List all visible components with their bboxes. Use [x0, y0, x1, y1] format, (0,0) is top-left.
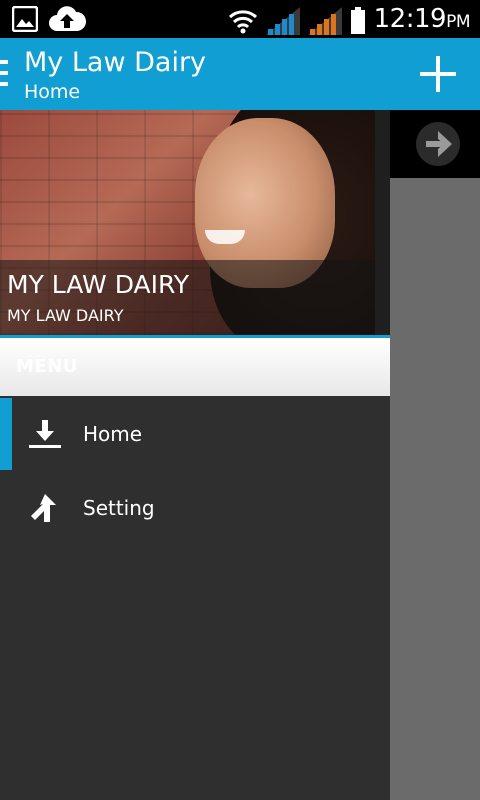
status-clock: 12:19PM [373, 4, 471, 37]
drawer-item-home[interactable]: Home [0, 398, 390, 470]
drawer-item-setting[interactable]: Setting [0, 472, 390, 544]
hero-title: MY LAW DAIRY [7, 270, 190, 299]
main-top-strip [390, 110, 480, 178]
wifi-icon [228, 9, 257, 33]
status-ampm: PM [446, 12, 470, 32]
drawer-item-label: Setting [83, 496, 155, 520]
page-subtitle: Home [24, 81, 81, 103]
selected-indicator [0, 398, 12, 470]
image-icon [12, 6, 38, 32]
hero-subtitle: MY LAW DAIRY [7, 306, 124, 325]
status-left-icons [12, 6, 86, 32]
menu-header: MENU [0, 338, 390, 396]
cloud-upload-icon [49, 6, 86, 31]
status-time: 12:19 [373, 4, 447, 34]
hero-edge [375, 110, 390, 335]
drawer-item-label: Home [83, 422, 143, 446]
split-arrow-icon [31, 494, 56, 522]
hero-caption: MY LAW DAIRY MY LAW DAIRY [0, 260, 375, 335]
navigation-drawer: MY LAW DAIRY MY LAW DAIRY MENU Home Sett… [0, 110, 390, 800]
arrow-right-icon [426, 131, 452, 157]
status-bar: 12:19PM [0, 0, 480, 38]
signal-icon [265, 6, 300, 35]
drawer-hero-image: MY LAW DAIRY MY LAW DAIRY [0, 110, 375, 335]
status-right-icons: 12:19PM [228, 4, 470, 37]
app-title[interactable]: My Law Dairy [24, 46, 206, 80]
main-content [390, 110, 480, 800]
signal-icon [307, 6, 342, 35]
battery-icon [350, 6, 365, 34]
plus-icon[interactable] [418, 54, 458, 94]
drawer-toggle-icon[interactable] [0, 60, 8, 86]
download-icon [29, 420, 61, 448]
menu-header-label: MENU [16, 356, 78, 377]
action-bar: My Law Dairy Home [0, 38, 480, 110]
next-button[interactable] [416, 122, 460, 166]
